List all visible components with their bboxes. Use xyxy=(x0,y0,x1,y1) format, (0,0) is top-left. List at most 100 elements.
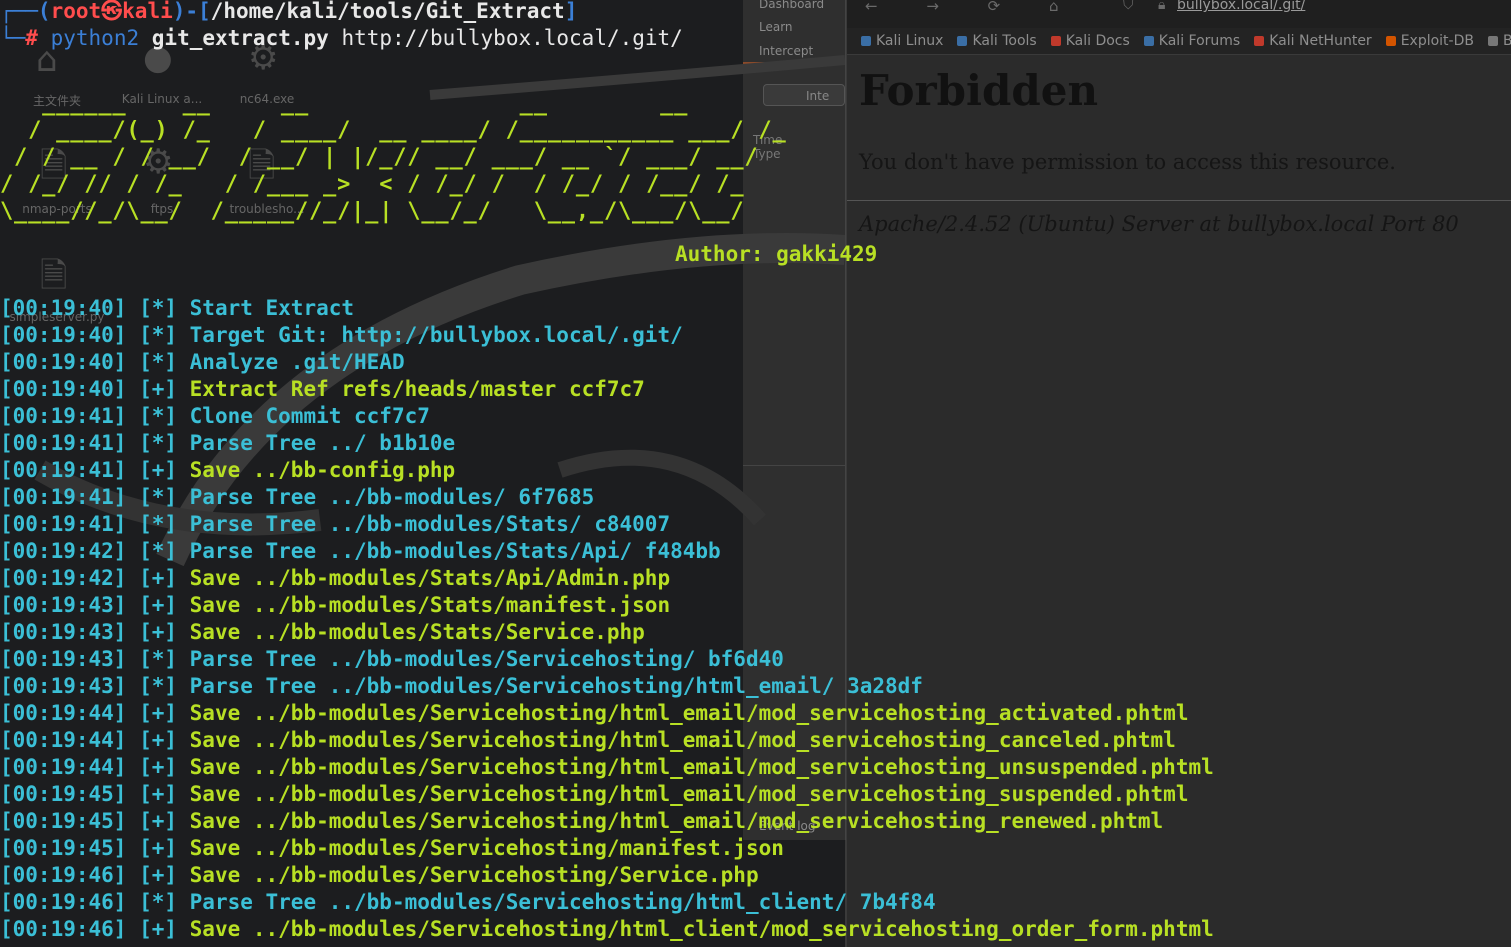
log-tag: [+] xyxy=(126,593,190,617)
log-text: Parse Tree ../bb-modules/Stats/ c84007 xyxy=(189,512,671,536)
log-tag: [+] xyxy=(126,782,190,806)
log-time: [00:19:45] xyxy=(0,809,127,833)
log-time: [00:19:43] xyxy=(0,674,127,698)
log-text: Target Git: http://bullybox.local/.git/ xyxy=(189,323,683,347)
log-text: Extract Ref refs/heads/master ccf7c7 xyxy=(189,377,645,401)
log-tag: [+] xyxy=(126,728,190,752)
log-tag: [+] xyxy=(126,566,190,590)
log-text: Parse Tree ../bb-modules/ 6f7685 xyxy=(189,485,595,509)
log-line: [00:19:41] [*] Parse Tree ../bb-modules/… xyxy=(0,484,594,511)
log-tag: [*] xyxy=(126,323,190,347)
log-line: [00:19:40] [*] Target Git: http://bullyb… xyxy=(0,322,683,349)
log-tag: [*] xyxy=(126,404,190,428)
log-time: [00:19:43] xyxy=(0,620,127,644)
log-time: [00:19:40] xyxy=(0,296,127,320)
log-time: [00:19:46] xyxy=(0,890,127,914)
log-line: [00:19:43] [*] Parse Tree ../bb-modules/… xyxy=(0,646,784,673)
log-line: [00:19:40] [*] Start Extract xyxy=(0,295,354,322)
log-line: [00:19:44] [+] Save ../bb-modules/Servic… xyxy=(0,700,1188,727)
log-tag: [+] xyxy=(126,917,190,941)
command-line: └─# python2 git_extract.py http://bullyb… xyxy=(0,26,683,50)
log-tag: [+] xyxy=(126,701,190,725)
log-line: [00:19:45] [+] Save ../bb-modules/Servic… xyxy=(0,835,784,862)
log-line: [00:19:41] [*] Clone Commit ccf7c7 xyxy=(0,403,430,430)
log-line: [00:19:43] [*] Parse Tree ../bb-modules/… xyxy=(0,673,923,700)
log-text: Save ../bb-modules/Stats/manifest.json xyxy=(189,593,671,617)
log-line: [00:19:43] [+] Save ../bb-modules/Stats/… xyxy=(0,619,645,646)
log-time: [00:19:40] xyxy=(0,323,127,347)
log-tag: [*] xyxy=(126,512,190,536)
log-tag: [+] xyxy=(126,755,190,779)
log-text: Analyze .git/HEAD xyxy=(189,350,405,374)
terminal[interactable]: ┌──(root㉿kali)-[/home/kali/tools/Git_Ext… xyxy=(0,0,1511,947)
log-line: [00:19:42] [+] Save ../bb-modules/Stats/… xyxy=(0,565,670,592)
log-time: [00:19:45] xyxy=(0,782,127,806)
log-text: Save ../bb-modules/Servicehosting/manife… xyxy=(189,836,784,860)
author-line: Author: gakki429 xyxy=(675,242,878,266)
log-tag: [*] xyxy=(126,431,190,455)
log-line: [00:19:43] [+] Save ../bb-modules/Stats/… xyxy=(0,592,670,619)
command-args: http://bullybox.local/.git/ xyxy=(341,26,683,50)
git-extract-ascii-banner: ______ __ __ __ __ / ____/(_) /_ / ____/… xyxy=(0,90,787,225)
log-tag: [+] xyxy=(126,809,190,833)
log-time: [00:19:43] xyxy=(0,647,127,671)
log-text: Save ../bb-modules/Servicehosting/html_e… xyxy=(189,755,1214,779)
log-tag: [+] xyxy=(126,863,190,887)
prompt-line: ┌──(root㉿kali)-[/home/kali/tools/Git_Ext… xyxy=(0,0,578,23)
log-text: Save ../bb-modules/Servicehosting/html_e… xyxy=(189,701,1189,725)
log-text: Save ../bb-modules/Stats/Service.php xyxy=(189,620,645,644)
log-time: [00:19:41] xyxy=(0,485,127,509)
log-text: Save ../bb-modules/Servicehosting/html_e… xyxy=(189,728,1176,752)
log-tag: [*] xyxy=(126,485,190,509)
log-line: [00:19:40] [+] Extract Ref refs/heads/ma… xyxy=(0,376,645,403)
log-tag: [+] xyxy=(126,377,190,401)
log-time: [00:19:41] xyxy=(0,431,127,455)
log-text: Parse Tree ../bb-modules/Stats/Api/ f484… xyxy=(189,539,721,563)
log-time: [00:19:41] xyxy=(0,458,127,482)
log-line: [00:19:46] [+] Save ../bb-modules/Servic… xyxy=(0,862,759,889)
log-time: [00:19:40] xyxy=(0,377,127,401)
log-time: [00:19:41] xyxy=(0,404,127,428)
log-text: Clone Commit ccf7c7 xyxy=(189,404,430,428)
prompt-host: kali xyxy=(122,0,173,23)
log-line: [00:19:42] [*] Parse Tree ../bb-modules/… xyxy=(0,538,721,565)
command-script: git_extract.py xyxy=(151,26,329,50)
command-name: python2 xyxy=(50,26,140,50)
log-text: Save ../bb-modules/Stats/Api/Admin.php xyxy=(189,566,671,590)
log-tag: [*] xyxy=(126,296,190,320)
log-time: [00:19:46] xyxy=(0,917,127,941)
log-text: Save ../bb-modules/Servicehosting/Servic… xyxy=(189,863,759,887)
log-line: [00:19:45] [+] Save ../bb-modules/Servic… xyxy=(0,781,1188,808)
log-tag: [+] xyxy=(126,836,190,860)
ascii-banner-row: \____//_/\__/ /_____//_/|_| \__/_/ \__,_… xyxy=(0,199,745,224)
log-text: Parse Tree ../bb-modules/Servicehosting/… xyxy=(189,647,784,671)
log-tag: [*] xyxy=(126,647,190,671)
log-tag: [*] xyxy=(126,890,190,914)
log-tag: [+] xyxy=(126,620,190,644)
log-text: Save ../bb-modules/Servicehosting/html_e… xyxy=(189,809,1164,833)
log-line: [00:19:46] [+] Save ../bb-modules/Servic… xyxy=(0,916,1214,943)
ascii-banner-row: ______ __ __ __ __ xyxy=(0,91,689,116)
log-time: [00:19:45] xyxy=(0,836,127,860)
prompt-path: /home/kali/tools/Git_Extract xyxy=(210,0,565,23)
log-time: [00:19:40] xyxy=(0,350,127,374)
log-time: [00:19:41] xyxy=(0,512,127,536)
log-time: [00:19:42] xyxy=(0,566,127,590)
log-text: Save ../bb-modules/Servicehosting/html_e… xyxy=(189,782,1189,806)
log-line: [00:19:44] [+] Save ../bb-modules/Servic… xyxy=(0,727,1176,754)
prompt-user: root xyxy=(50,0,102,23)
log-line: [00:19:40] [*] Analyze .git/HEAD xyxy=(0,349,405,376)
log-tag: [+] xyxy=(126,458,190,482)
log-line: [00:19:45] [+] Save ../bb-modules/Servic… xyxy=(0,808,1163,835)
log-line: [00:19:46] [*] Parse Tree ../bb-modules/… xyxy=(0,889,936,916)
ascii-banner-row: / / __ / / __/ / __/ | |/_// __/ ___/ __… xyxy=(0,145,759,170)
log-tag: [*] xyxy=(126,350,190,374)
log-text: Start Extract xyxy=(189,296,355,320)
log-text: Parse Tree ../bb-modules/Servicehosting/… xyxy=(189,890,936,914)
log-time: [00:19:46] xyxy=(0,863,127,887)
log-line: [00:19:44] [+] Save ../bb-modules/Servic… xyxy=(0,754,1214,781)
log-line: [00:19:41] [*] Parse Tree ../ b1b10e xyxy=(0,430,455,457)
log-time: [00:19:44] xyxy=(0,728,127,752)
log-text: Parse Tree ../ b1b10e xyxy=(189,431,456,455)
log-line: [00:19:41] [*] Parse Tree ../bb-modules/… xyxy=(0,511,670,538)
